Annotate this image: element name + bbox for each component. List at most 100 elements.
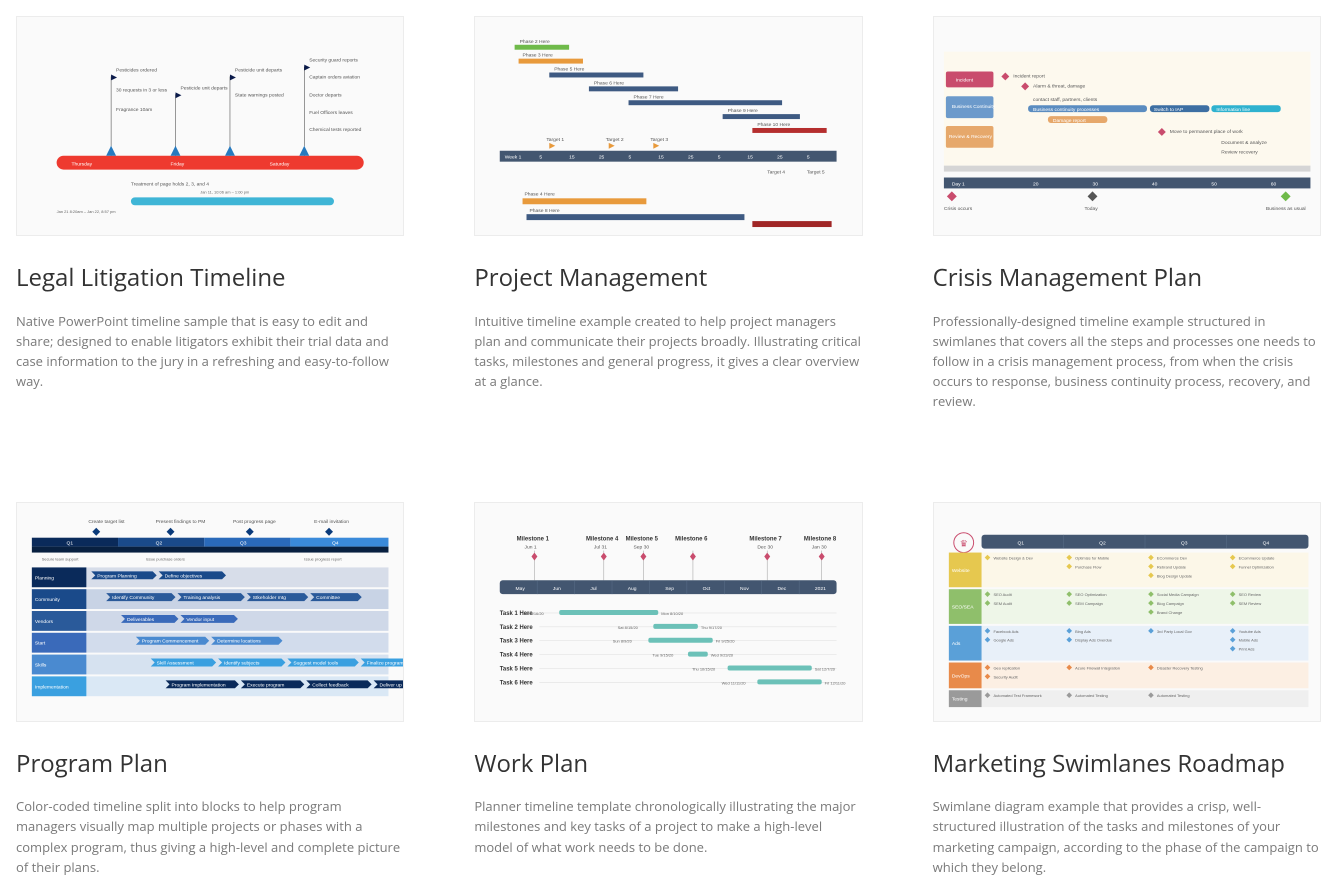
svg-text:Brand Change: Brand Change <box>1157 609 1183 614</box>
svg-text:20: 20 <box>1033 181 1039 187</box>
svg-text:contact staff, partners, clien: contact staff, partners, clients <box>1033 97 1098 103</box>
svg-text:ECommerce Update: ECommerce Update <box>1238 555 1275 560</box>
svg-text:Jan 30: Jan 30 <box>812 544 827 550</box>
svg-text:Jan 11, 10:06 am – 1:00 pm: Jan 11, 10:06 am – 1:00 pm <box>200 189 250 194</box>
svg-text:Q3: Q3 <box>1181 540 1188 546</box>
svg-text:Incident: Incident <box>955 77 973 83</box>
svg-text:Captain orders aviation: Captain orders aviation <box>309 74 360 80</box>
svg-text:Q2: Q2 <box>156 540 163 546</box>
svg-text:5: 5 <box>629 155 632 161</box>
svg-text:Phase 3 Here: Phase 3 Here <box>523 53 553 59</box>
svg-text:5: 5 <box>807 155 810 161</box>
svg-text:40: 40 <box>1152 181 1158 187</box>
svg-text:Phase 5 Here: Phase 5 Here <box>555 67 585 73</box>
svg-text:Treatment of page holds 2, 3,: Treatment of page holds 2, 3, and 4 <box>131 181 209 187</box>
svg-text:Blog Design Update: Blog Design Update <box>1157 573 1193 578</box>
svg-text:Bing Ads: Bing Ads <box>1075 628 1091 633</box>
svg-text:Sep 30: Sep 30 <box>634 544 650 550</box>
svg-text:Milestone 7: Milestone 7 <box>750 536 783 542</box>
svg-text:Switch to IAP: Switch to IAP <box>1154 107 1184 113</box>
svg-text:SEM Audit: SEM Audit <box>993 601 1012 606</box>
svg-text:Secure team support: Secure team support <box>42 556 80 561</box>
svg-text:Today: Today <box>1084 206 1098 212</box>
svg-text:SEO Review: SEO Review <box>1238 592 1261 597</box>
svg-text:Wed 9/23/20: Wed 9/23/20 <box>711 652 734 657</box>
svg-text:Suggest model tools: Suggest model tools <box>293 660 338 666</box>
svg-text:Review recovery: Review recovery <box>1221 150 1258 156</box>
card-crisis-management[interactable]: Incident Business Continuity Review & Re… <box>933 16 1321 412</box>
svg-text:Doctor departs: Doctor departs <box>309 92 342 98</box>
card-legal-litigation[interactable]: Pesticides ordered 30 requests in 3 or l… <box>16 16 404 412</box>
svg-text:Week 1: Week 1 <box>505 155 522 161</box>
svg-text:60: 60 <box>1270 181 1276 187</box>
svg-text:Security guard reports: Security guard reports <box>309 58 358 64</box>
svg-text:Jul: Jul <box>591 586 597 592</box>
svg-text:Program Implementation: Program Implementation <box>172 682 226 688</box>
svg-text:Q1: Q1 <box>1017 540 1024 546</box>
svg-text:Chemical tests reported: Chemical tests reported <box>309 127 361 133</box>
svg-text:Fuel Officers leaves: Fuel Officers leaves <box>309 110 353 116</box>
svg-text:Move to permanent place of wor: Move to permanent place of work <box>1169 129 1243 135</box>
svg-text:Facebook Ads: Facebook Ads <box>993 628 1018 633</box>
svg-text:Deliverables: Deliverables <box>127 616 155 622</box>
svg-text:Aug: Aug <box>628 586 637 592</box>
svg-text:Thu 10/15/20: Thu 10/15/20 <box>692 666 716 671</box>
svg-text:Program Commencement: Program Commencement <box>142 638 199 644</box>
svg-text:Q4: Q4 <box>1262 540 1269 546</box>
card-title: Legal Litigation Timeline <box>16 264 404 293</box>
svg-text:3rd Party Local Gov: 3rd Party Local Gov <box>1157 628 1192 633</box>
svg-text:Task 3 Here: Task 3 Here <box>500 638 534 644</box>
svg-text:Issue progress report: Issue progress report <box>304 556 342 561</box>
svg-text:Fragrance 10am: Fragrance 10am <box>116 107 152 113</box>
svg-text:Task 6 Here: Task 6 Here <box>500 680 534 686</box>
svg-text:♛: ♛ <box>959 536 967 549</box>
svg-text:Azure Firewall Integration: Azure Firewall Integration <box>1075 665 1120 670</box>
svg-text:25: 25 <box>599 155 605 161</box>
svg-text:Fri 12/11/20: Fri 12/11/20 <box>825 680 847 685</box>
svg-text:Disaster Recovery Testing: Disaster Recovery Testing <box>1157 665 1203 670</box>
svg-text:Start: Start <box>35 640 46 646</box>
svg-text:Skill Assessment: Skill Assessment <box>157 660 195 666</box>
svg-text:Target 4: Target 4 <box>768 170 786 176</box>
svg-text:DevOps: DevOps <box>951 673 969 679</box>
svg-text:Collect feedback: Collect feedback <box>312 682 349 688</box>
svg-text:Damage report: Damage report <box>1053 118 1087 124</box>
svg-text:Purchase Flow: Purchase Flow <box>1075 564 1101 569</box>
svg-text:Program Planning: Program Planning <box>97 573 137 579</box>
svg-text:2021: 2021 <box>815 586 826 592</box>
svg-text:Phase 8 Here: Phase 8 Here <box>530 208 560 214</box>
svg-text:Dec 30: Dec 30 <box>758 544 774 550</box>
svg-text:Business Continuity: Business Continuity <box>951 104 995 110</box>
card-work-plan[interactable]: Milestone 1Jun 1Milestone 4Jul 31Milesto… <box>474 502 862 877</box>
svg-text:Determine locations: Determine locations <box>217 638 261 644</box>
card-desc: Native PowerPoint timeline sample that i… <box>16 311 404 392</box>
svg-text:Optimize for Mobile: Optimize for Mobile <box>1075 555 1110 560</box>
svg-text:Phase 2 Here: Phase 2 Here <box>520 39 550 45</box>
card-title: Crisis Management Plan <box>933 264 1321 293</box>
card-project-management[interactable]: Phase 2 Here Phase 3 Here Phase 5 Here P… <box>474 16 862 412</box>
svg-text:Task 2 Here: Task 2 Here <box>500 624 534 630</box>
thumbnail-legal-litigation: Pesticides ordered 30 requests in 3 or l… <box>16 16 404 236</box>
svg-text:Automated Testing: Automated Testing <box>1075 693 1108 698</box>
thumbnail-project-management: Phase 2 Here Phase 3 Here Phase 5 Here P… <box>474 16 862 236</box>
card-program-plan[interactable]: Create target list Present findings to P… <box>16 502 404 877</box>
svg-text:Committee: Committee <box>316 595 340 601</box>
svg-text:Fri 9/25/20: Fri 9/25/20 <box>716 638 736 643</box>
svg-text:Target 2: Target 2 <box>606 137 624 143</box>
svg-text:Thursday: Thursday <box>71 162 92 168</box>
svg-text:Q3: Q3 <box>240 540 247 546</box>
svg-text:Deliver up training: Deliver up training <box>380 682 404 688</box>
svg-text:Automated Testing: Automated Testing <box>1157 693 1190 698</box>
card-marketing-swimlanes[interactable]: ♛ Q1Q2Q3Q4 WebsiteWebsite Design & DevOp… <box>933 502 1321 877</box>
svg-text:Sun 8/9/20: Sun 8/9/20 <box>613 638 633 643</box>
svg-text:Stkeholder mtg: Stkeholder mtg <box>253 595 286 601</box>
svg-text:Information line: Information line <box>1216 107 1250 113</box>
svg-text:Rebrand Update: Rebrand Update <box>1157 564 1187 569</box>
svg-text:Funnel Optimization: Funnel Optimization <box>1238 564 1273 569</box>
svg-text:Implementation: Implementation <box>35 684 69 690</box>
svg-text:Document & analyze: Document & analyze <box>1221 140 1267 146</box>
svg-text:Pesticide unit departs: Pesticide unit departs <box>180 85 228 91</box>
svg-text:Task 4 Here: Task 4 Here <box>500 652 534 658</box>
svg-text:Post progress page: Post progress page <box>233 518 276 524</box>
svg-text:5: 5 <box>540 155 543 161</box>
